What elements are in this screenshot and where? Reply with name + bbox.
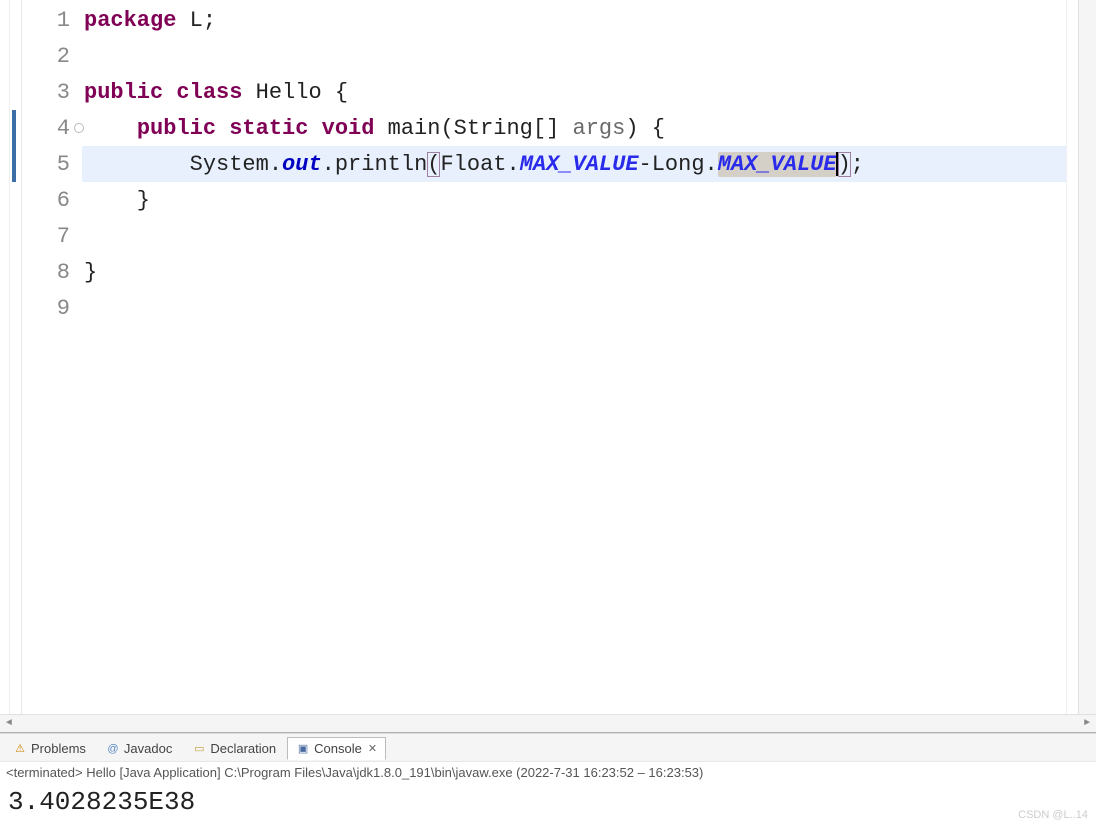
code-token: ;: [851, 152, 864, 177]
console-icon: ▣: [296, 742, 310, 756]
ide-root: 123456789 package L; public class Hello {…: [0, 0, 1096, 825]
code-token: }: [84, 188, 150, 213]
watermark: CSDN @L..14: [1018, 809, 1088, 821]
line-number-gutter[interactable]: 123456789: [22, 0, 82, 714]
tab-label: Console: [314, 741, 362, 756]
tab-label: Problems: [31, 741, 86, 756]
code-line[interactable]: [82, 38, 1066, 74]
code-line[interactable]: public static void main(String[] args) {: [82, 110, 1066, 146]
code-area[interactable]: package L; public class Hello { public st…: [82, 0, 1066, 714]
code-line[interactable]: public class Hello {: [82, 74, 1066, 110]
tab-label: Javadoc: [124, 741, 172, 756]
overview-ruler[interactable]: [1066, 0, 1078, 714]
line-number[interactable]: 2: [22, 38, 82, 74]
close-icon[interactable]: ✕: [368, 742, 377, 755]
code-line[interactable]: [82, 218, 1066, 254]
line-number[interactable]: 5: [22, 146, 82, 182]
console-status: <terminated> Hello [Java Application] C:…: [0, 761, 1096, 783]
code-token: out: [282, 152, 322, 177]
horizontal-scrollbar[interactable]: ◄ ►: [0, 714, 1096, 732]
line-number[interactable]: 9: [22, 290, 82, 326]
code-token: -Long.: [639, 152, 718, 177]
console-output[interactable]: 3.4028235E38: [0, 783, 1096, 825]
javadoc-icon: @: [106, 742, 120, 756]
tab-problems[interactable]: ⚠ Problems: [4, 737, 95, 760]
code-token: main(String[]: [388, 116, 573, 141]
code-token: ): [838, 152, 851, 177]
code-line[interactable]: [82, 290, 1066, 326]
code-token: MAX_VALUE: [718, 152, 837, 177]
problems-icon: ⚠: [13, 742, 27, 756]
line-number[interactable]: 7: [22, 218, 82, 254]
tab-javadoc[interactable]: @ Javadoc: [97, 737, 181, 760]
code-line[interactable]: }: [82, 254, 1066, 290]
code-token: MAX_VALUE: [520, 152, 639, 177]
line-number[interactable]: 3: [22, 74, 82, 110]
fold-marker[interactable]: [12, 110, 16, 182]
code-token: .println: [322, 152, 428, 177]
line-number[interactable]: 6: [22, 182, 82, 218]
code-token: L;: [190, 8, 216, 33]
code-token: package: [84, 8, 190, 33]
code-token: System.: [84, 152, 282, 177]
code-token: [84, 116, 137, 141]
code-token: args: [573, 116, 626, 141]
editor-pane: 123456789 package L; public class Hello {…: [0, 0, 1096, 714]
code-token: public static void: [137, 116, 388, 141]
code-line[interactable]: System.out.println(Float.MAX_VALUE-Long.…: [82, 146, 1066, 182]
code-token: public class: [84, 80, 256, 105]
editor-left-strip: [0, 0, 10, 714]
tab-console[interactable]: ▣ Console ✕: [287, 737, 386, 760]
code-line[interactable]: }: [82, 182, 1066, 218]
scroll-right-icon[interactable]: ►: [1078, 715, 1096, 733]
scroll-left-icon[interactable]: ◄: [0, 715, 18, 733]
line-number[interactable]: 8: [22, 254, 82, 290]
code-token: }: [84, 260, 97, 285]
tab-label: Declaration: [210, 741, 276, 756]
code-token: ) {: [625, 116, 665, 141]
code-line[interactable]: package L;: [82, 2, 1066, 38]
line-number[interactable]: 1: [22, 2, 82, 38]
views-tab-bar: ⚠ Problems @ Javadoc ▭ Declaration ▣ Con…: [0, 733, 1096, 761]
folding-strip[interactable]: [10, 0, 22, 714]
code-token: Hello {: [256, 80, 348, 105]
code-token: (: [427, 152, 440, 177]
declaration-icon: ▭: [192, 742, 206, 756]
tab-declaration[interactable]: ▭ Declaration: [183, 737, 285, 760]
code-token: Float.: [440, 152, 519, 177]
vertical-scrollbar[interactable]: [1078, 0, 1096, 714]
line-number[interactable]: 4: [22, 110, 82, 146]
